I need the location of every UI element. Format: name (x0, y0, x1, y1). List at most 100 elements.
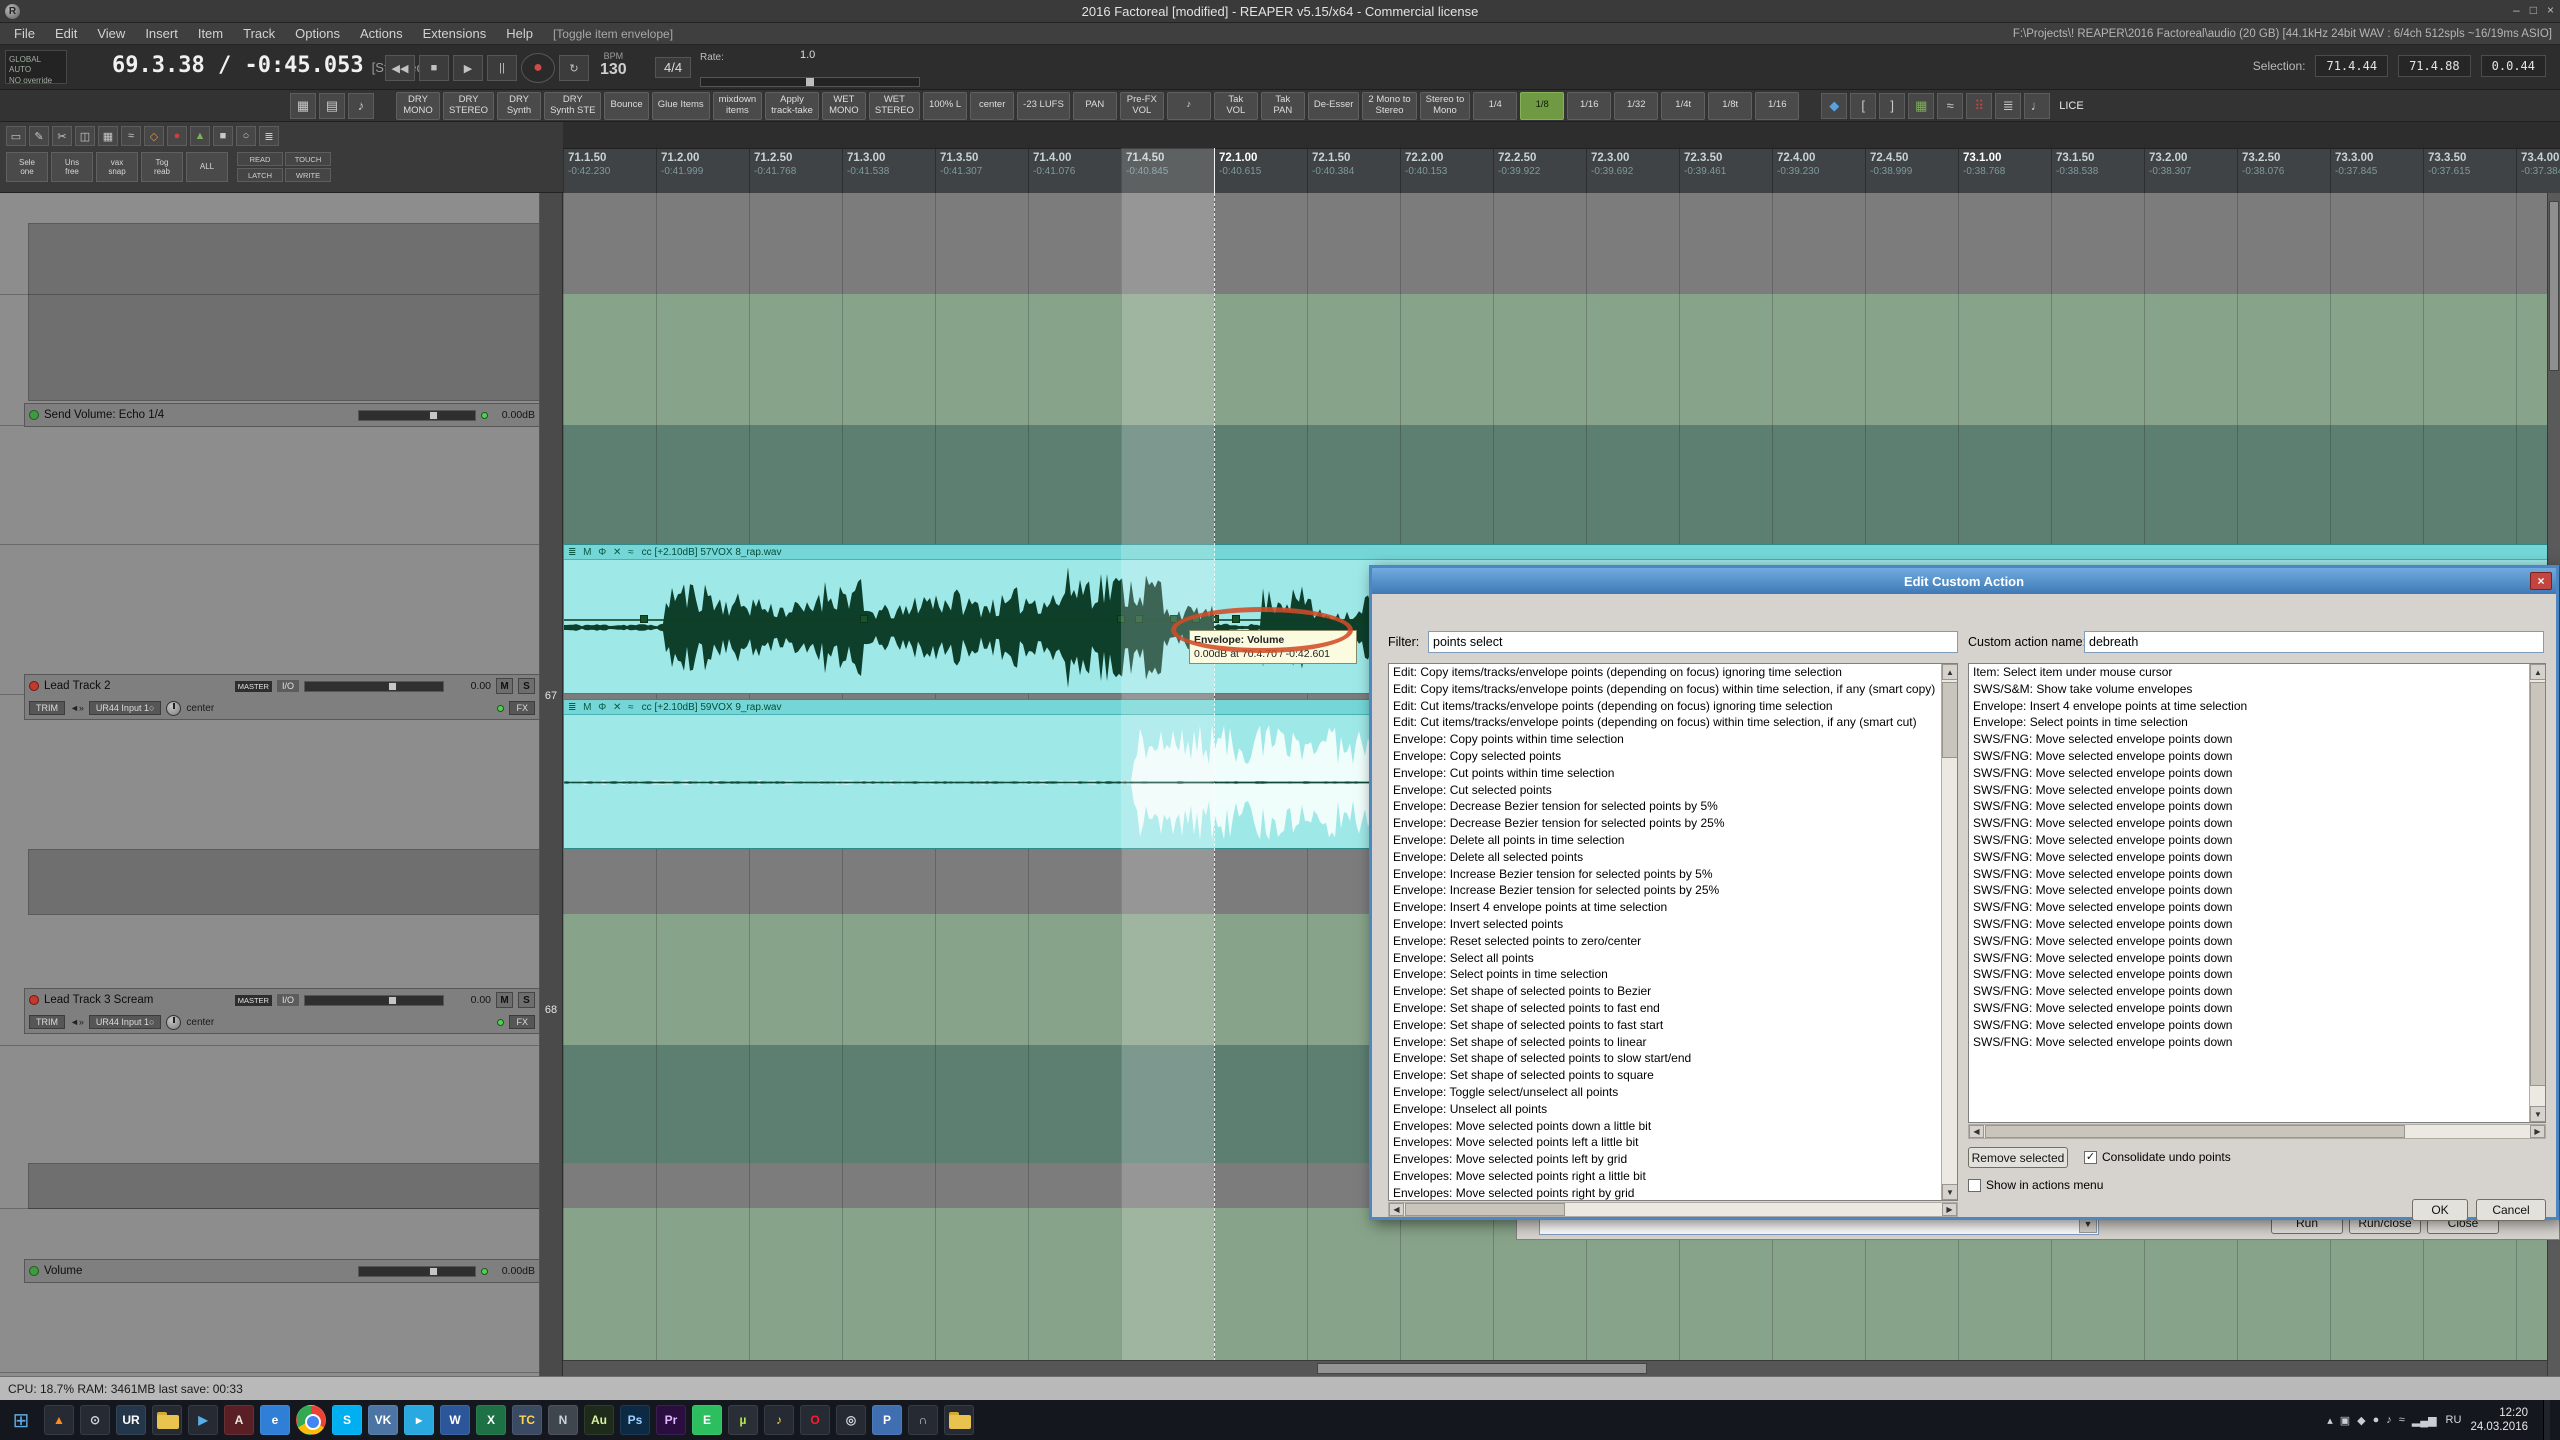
tray-icon[interactable]: ≈ (2399, 1414, 2405, 1427)
mute-button[interactable]: M (496, 678, 513, 694)
playrate-slider[interactable] (700, 77, 920, 87)
selected-action-item[interactable]: SWS/FNG: Move selected envelope points d… (1969, 849, 2527, 866)
panel-toolbar-button[interactable]: vax snap (96, 152, 138, 182)
timeline-ruler[interactable]: 71.1.50 -0:42.230 71.2.00 -0:41.999 71.2… (563, 148, 2560, 193)
headphones-icon[interactable]: ∩ (908, 1405, 938, 1435)
marquee-tool-icon[interactable]: ▭ (6, 126, 26, 146)
sync-icon[interactable]: ◆ (1821, 93, 1847, 119)
automation-mode-button[interactable]: TOUCH (285, 152, 331, 166)
toolbar-button[interactable]: -23 LUFS (1017, 92, 1070, 120)
action-list-item[interactable]: Envelope: Set shape of selected points t… (1389, 1034, 1939, 1051)
toolbar-button[interactable]: DRY Synth STE (544, 92, 601, 120)
selection-end[interactable]: 71.4.88 (2398, 55, 2471, 77)
panel-toolbar-button[interactable]: Sele one (6, 152, 48, 182)
media-item-header[interactable]: ≣ M Φ ✕ ≈ cc [+2.10dB] 57VOX 8_rap.wav (564, 545, 2559, 560)
pan-knob[interactable] (166, 701, 181, 716)
list-icon[interactable]: ≣ (259, 126, 279, 146)
filter-input[interactable] (1428, 631, 1958, 653)
toolbar-button[interactable]: Tak VOL (1214, 92, 1258, 120)
start-button[interactable]: ⊞ (0, 1400, 42, 1440)
fx-enabled-icon[interactable] (481, 412, 488, 419)
selected-action-item[interactable]: Envelope: Select points in time selectio… (1969, 714, 2527, 731)
toolbar-button[interactable]: 1/16 (1755, 92, 1799, 120)
global-automation-button[interactable]: GLOBAL AUTO NO override (5, 50, 67, 84)
ok-button[interactable]: OK (2412, 1199, 2468, 1221)
show-in-actions-menu-checkbox[interactable]: Show in actions menu (1968, 1178, 2103, 1192)
selection-length[interactable]: 0.0.44 (2481, 55, 2546, 77)
action-list-item[interactable]: Envelope: Set shape of selected points t… (1389, 1000, 1939, 1017)
action-list-item[interactable]: Envelopes: Move selected points right a … (1389, 1168, 1939, 1185)
io-button[interactable]: I/O (277, 994, 299, 1006)
action-list-item[interactable]: Envelope: Invert selected points (1389, 916, 1939, 933)
action-list-item[interactable]: Envelope: Set shape of selected points t… (1389, 1067, 1939, 1084)
fx-enabled-icon[interactable] (497, 705, 504, 712)
selected-action-item[interactable]: SWS/FNG: Move selected envelope points d… (1969, 882, 2527, 899)
checkbox-unchecked-icon[interactable] (1968, 1179, 1981, 1192)
dialog-titlebar[interactable]: Edit Custom Action × (1372, 568, 2556, 594)
steinberg-ur-icon[interactable]: UR (116, 1405, 146, 1435)
folder2-icon[interactable] (944, 1405, 974, 1435)
selected-action-item[interactable]: SWS/FNG: Move selected envelope points d… (1969, 899, 2527, 916)
action-list-item[interactable]: Envelopes: Move selected points left a l… (1389, 1134, 1939, 1151)
action-list-item[interactable]: Envelope: Cut points within time selecti… (1389, 765, 1939, 782)
action-list-item[interactable]: Edit: Cut items/tracks/envelope points (… (1389, 714, 1939, 731)
tray-icon[interactable]: ◆ (2357, 1414, 2365, 1427)
aimp-icon[interactable]: A (224, 1405, 254, 1435)
action-list-item[interactable]: Envelope: Toggle select/unselect all poi… (1389, 1084, 1939, 1101)
notepad-icon[interactable]: N (548, 1405, 578, 1435)
track-header-volume[interactable]: Volume 0.00dB (24, 1259, 540, 1283)
metronome-icon[interactable]: ♪ (348, 93, 374, 119)
volume-slider[interactable] (304, 995, 444, 1006)
toolbar-button[interactable]: De-Esser (1308, 92, 1360, 120)
vk-icon[interactable]: VK (368, 1405, 398, 1435)
ie-icon[interactable]: e (260, 1405, 290, 1435)
action-list-item[interactable]: Envelope: Set shape of selected points t… (1389, 983, 1939, 1000)
action-list-item[interactable]: Envelope: Unselect all points (1389, 1101, 1939, 1118)
action-list-item[interactable]: Envelope: Reset selected points to zero/… (1389, 933, 1939, 950)
action-list-item[interactable]: Envelope: Decrease Bezier tension for se… (1389, 798, 1939, 815)
selected-action-item[interactable]: SWS/FNG: Move selected envelope points d… (1969, 1017, 2527, 1034)
taskbar-clock[interactable]: 12:20 24.03.2016 (2470, 1406, 2528, 1435)
pan-knob[interactable] (166, 1015, 181, 1030)
envelope-icon[interactable]: ≈ (1937, 93, 1963, 119)
toolbar-button[interactable]: Glue Items (652, 92, 710, 120)
volume-slider[interactable] (304, 681, 444, 692)
action-list-horizontal-scrollbar[interactable]: ◀ ▶ (1388, 1202, 1958, 1217)
automation-mode-button[interactable]: LATCH (237, 168, 283, 182)
envelope-point[interactable] (860, 615, 868, 623)
track-header-send-volume[interactable]: Send Volume: Echo 1/4 0.00dB (24, 403, 540, 427)
selected-action-item[interactable]: SWS/FNG: Move selected envelope points d… (1969, 748, 2527, 765)
envelope-arm-icon[interactable] (29, 410, 39, 420)
record-button[interactable]: ● (521, 53, 555, 83)
input-selector[interactable]: UR44 Input 1○ (89, 701, 161, 715)
action-list-item[interactable]: Envelopes: Move selected points down a l… (1389, 1118, 1939, 1135)
envelope-point[interactable] (640, 615, 648, 623)
record-arm-icon[interactable] (29, 995, 39, 1005)
menu-item[interactable]: Options (285, 24, 350, 43)
item-lanes-icon[interactable]: ▤ (319, 93, 345, 119)
envelope-icon[interactable]: ≈ (121, 126, 141, 146)
consolidate-undo-checkbox[interactable]: ✓ Consolidate undo points (2084, 1150, 2231, 1164)
fx-enabled-icon[interactable] (497, 1019, 504, 1026)
toolbar-button[interactable]: Tak PAN (1261, 92, 1305, 120)
settings-icon[interactable]: ⊙ (80, 1405, 110, 1435)
show-desktop-button[interactable] (2543, 1400, 2550, 1440)
selected-action-item[interactable]: SWS/FNG: Move selected envelope points d… (1969, 1000, 2527, 1017)
toolbar-button[interactable]: WET MONO (822, 92, 866, 120)
action-list-item[interactable]: Edit: Copy items/tracks/envelope points … (1389, 681, 1939, 698)
tray-icon[interactable]: ▴ (2327, 1414, 2333, 1427)
collapsed-track-block[interactable] (28, 1163, 540, 1209)
split-tool-icon[interactable]: ✂ (52, 126, 72, 146)
track-name[interactable]: Lead Track 3 Scream (44, 994, 230, 1006)
automation-mode-button[interactable]: READ (237, 152, 283, 166)
action-list-item[interactable]: Envelope: Delete all points in time sele… (1389, 832, 1939, 849)
fx-enabled-icon[interactable] (481, 1268, 488, 1275)
action-list-item[interactable]: Edit: Cut items/tracks/envelope points (… (1389, 698, 1939, 715)
selected-action-item[interactable]: SWS/FNG: Move selected envelope points d… (1969, 916, 2527, 933)
close-button[interactable]: × (2547, 3, 2554, 17)
up-icon[interactable]: ▲ (190, 126, 210, 146)
action-list-item[interactable]: Envelope: Decrease Bezier tension for se… (1389, 815, 1939, 832)
automation-mode-button[interactable]: WRITE (285, 168, 331, 182)
item-header-icons[interactable]: ≣ M Φ ✕ ≈ (568, 702, 636, 713)
action-list-item[interactable]: Envelopes: Move selected points right by… (1389, 1185, 1939, 1201)
